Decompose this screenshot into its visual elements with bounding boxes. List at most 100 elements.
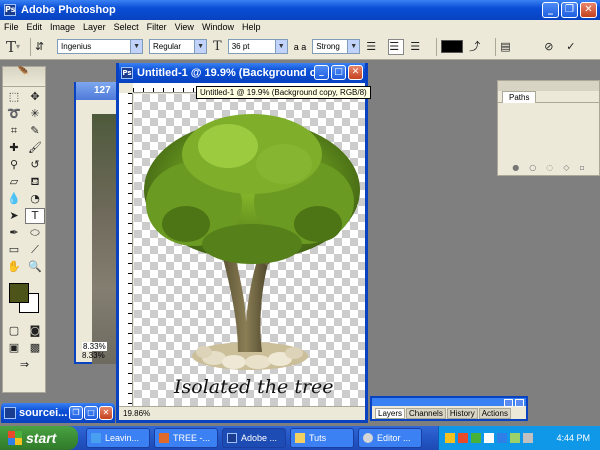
crop-tool-icon[interactable]: ⌗	[4, 123, 24, 139]
options-bar: T ▾ ⇵ Ingenius ▼ Regular ▼ T 36 pt ▼ a a Str…	[0, 34, 600, 60]
menu-file[interactable]: File	[4, 22, 19, 32]
menu-select[interactable]: Select	[114, 22, 139, 32]
tray-icon[interactable]	[445, 433, 455, 443]
ruler-vertical[interactable]	[119, 93, 133, 406]
minimized-document-window[interactable]: sourcei... ❐ □ ✕	[1, 403, 115, 423]
cancel-icon[interactable]: ⊘	[544, 39, 560, 55]
document-title: Untitled-1 @ 19.9% (Background c...	[137, 67, 325, 79]
menu-view[interactable]: View	[175, 22, 194, 32]
tray-icon[interactable]	[484, 433, 494, 443]
close-button[interactable]: ✕	[580, 2, 597, 18]
layers-panel-header[interactable]	[372, 398, 526, 406]
blur-tool-icon[interactable]: 💧	[4, 191, 24, 207]
path-selection-icon[interactable]: ➤	[4, 208, 24, 224]
tray-icon[interactable]	[471, 433, 481, 443]
taskbar-item-leaving[interactable]: Leavin...	[86, 428, 150, 448]
lasso-tool-icon[interactable]: ➰	[4, 106, 24, 122]
tab-actions[interactable]: Actions	[478, 408, 511, 419]
taskbar-item-tree[interactable]: TREE -...	[154, 428, 218, 448]
tab-paths[interactable]: Paths	[502, 91, 537, 103]
minimize-button[interactable]: _	[542, 2, 559, 18]
load-selection-icon[interactable]: ◌	[546, 163, 553, 175]
new-path-icon[interactable]: ▫	[579, 163, 584, 175]
zoom-tool-icon[interactable]: 🔍	[25, 259, 45, 275]
foreground-color-swatch[interactable]	[9, 283, 29, 303]
pen-tool-icon[interactable]: ✒	[4, 225, 24, 241]
layers-panel-minimize-button[interactable]	[504, 399, 513, 407]
document-title-bar[interactable]: Ps Untitled-1 @ 19.9% (Background c... _…	[119, 63, 365, 83]
taskbar-item-adobe[interactable]: Adobe ...	[222, 428, 286, 448]
minimized-close-button[interactable]: ✕	[99, 406, 113, 420]
history-brush-icon[interactable]: ↺	[25, 157, 45, 173]
notes-tool-icon[interactable]: ▭	[4, 242, 24, 258]
tab-history[interactable]: History	[446, 408, 478, 419]
standard-mode-icon[interactable]: ▢	[4, 323, 24, 339]
antialias-select[interactable]: Strong ▼	[312, 39, 361, 54]
brush-tool-icon[interactable]: 🖌	[25, 140, 45, 156]
align-center-icon[interactable]: ☰	[388, 38, 405, 55]
start-button[interactable]: start	[0, 426, 78, 450]
minimized-document-title: sourcei...	[19, 407, 68, 419]
menu-bar: File Edit Image Layer Select Filter View…	[0, 20, 600, 34]
taskbar-item-tuts[interactable]: Tuts	[290, 428, 354, 448]
canvas[interactable]: Isolated the tree	[134, 94, 365, 406]
quick-mask-icon[interactable]: ◙	[25, 323, 45, 339]
paint-bucket-icon[interactable]: ⛾	[25, 174, 45, 190]
restore-button[interactable]: ❐	[561, 2, 578, 18]
tray-icon[interactable]	[497, 433, 507, 443]
text-color-swatch[interactable]	[441, 40, 464, 53]
hand-tool-icon[interactable]: ✋	[4, 259, 24, 275]
menu-edit[interactable]: Edit	[27, 22, 43, 32]
align-left-icon[interactable]: ☰	[366, 39, 382, 55]
menu-filter[interactable]: Filter	[147, 22, 167, 32]
menu-window[interactable]: Window	[202, 22, 234, 32]
type-tool-icon[interactable]: T	[25, 208, 45, 224]
dodge-tool-icon[interactable]: ◔	[25, 191, 45, 207]
font-family-select[interactable]: Ingenius ▼	[57, 39, 144, 54]
tray-icon[interactable]	[458, 433, 468, 443]
magic-wand-icon[interactable]: ✳	[25, 106, 45, 122]
background-document-zoom: 8.33%	[82, 351, 105, 360]
taskbar-item-editor[interactable]: Editor ...	[358, 428, 422, 448]
fill-path-icon[interactable]: ●	[512, 163, 519, 175]
stroke-path-icon[interactable]: ○	[529, 163, 536, 175]
commit-check-icon[interactable]: ✓	[566, 39, 582, 55]
tab-channels[interactable]: Channels	[406, 408, 446, 419]
menu-layer[interactable]: Layer	[83, 22, 106, 32]
paths-panel-header[interactable]	[498, 81, 599, 91]
warp-text-icon[interactable]: ⤴	[469, 39, 485, 55]
clock[interactable]: 4:44 PM	[556, 433, 590, 443]
full-screen-icon[interactable]: ▩	[25, 340, 45, 356]
shape-tool-icon[interactable]: ⬭	[25, 225, 45, 241]
healing-brush-icon[interactable]: ✚	[4, 140, 24, 156]
minimized-maximize-button[interactable]: □	[84, 406, 98, 420]
marquee-tool-icon[interactable]: ⬚	[4, 89, 24, 105]
align-right-icon[interactable]: ☰	[410, 39, 426, 55]
layers-panel-close-button[interactable]	[515, 399, 524, 407]
eyedropper-icon[interactable]: ⟋	[25, 242, 45, 258]
menu-help[interactable]: Help	[242, 22, 261, 32]
clone-stamp-icon[interactable]: ⚲	[4, 157, 24, 173]
make-work-path-icon[interactable]: ◇	[563, 163, 569, 175]
paths-list	[500, 105, 597, 161]
doc-maximize-button[interactable]: □	[331, 65, 346, 80]
screen-mode-icon[interactable]: ▣	[4, 340, 24, 356]
document-zoom-status[interactable]: 19.86%	[119, 406, 365, 420]
tab-layers[interactable]: Layers	[375, 408, 406, 419]
font-style-select[interactable]: Regular ▼	[149, 39, 208, 54]
document-window[interactable]: Ps Untitled-1 @ 19.9% (Background c... _…	[116, 63, 368, 423]
doc-close-button[interactable]: ✕	[348, 65, 363, 80]
menu-image[interactable]: Image	[50, 22, 75, 32]
imageready-icon[interactable]: ⇒	[4, 357, 45, 373]
font-size-select[interactable]: 36 pt ▼	[227, 39, 288, 54]
move-tool-icon[interactable]: ✥	[25, 89, 45, 105]
doc-minimize-button[interactable]: _	[314, 65, 329, 80]
text-orientation-icon[interactable]: ⇵	[35, 39, 51, 55]
tray-icon[interactable]	[510, 433, 520, 443]
slice-tool-icon[interactable]: ✎	[25, 123, 45, 139]
eraser-tool-icon[interactable]: ▱	[4, 174, 24, 190]
volume-icon[interactable]	[523, 433, 533, 443]
text-tool-preset-icon[interactable]: T ▾	[6, 38, 20, 56]
palettes-icon[interactable]: ▤	[500, 39, 516, 55]
minimized-restore-button[interactable]: ❐	[69, 406, 83, 420]
